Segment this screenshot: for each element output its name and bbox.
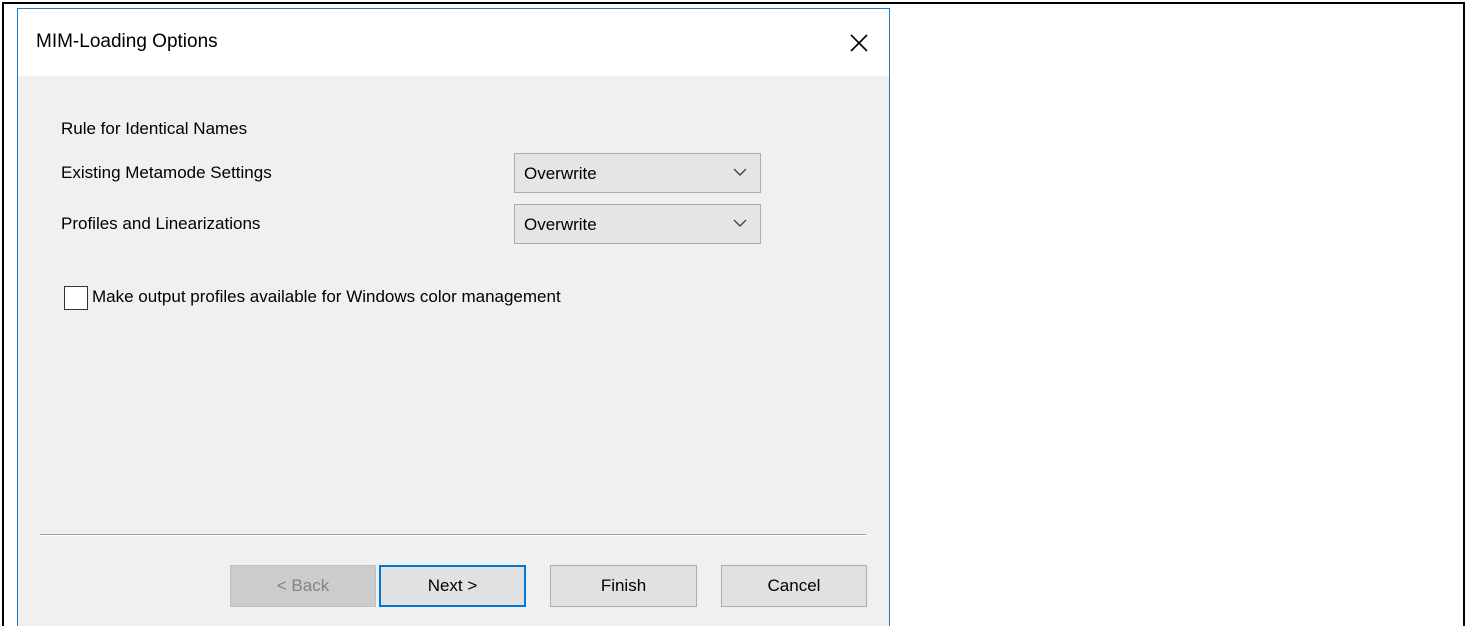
windows-color-management-label[interactable]: Make output profiles available for Windo… — [92, 287, 561, 307]
existing-metamode-settings-value: Overwrite — [524, 164, 597, 183]
profiles-and-linearizations-select[interactable]: Overwrite — [514, 204, 761, 244]
profiles-and-linearizations-label: Profiles and Linearizations — [61, 214, 261, 233]
close-button[interactable] — [829, 9, 889, 76]
windows-color-management-checkbox[interactable] — [64, 286, 88, 310]
profiles-and-linearizations-value: Overwrite — [524, 215, 597, 234]
existing-metamode-settings-select[interactable]: Overwrite — [514, 153, 761, 193]
back-button[interactable]: < Back — [230, 565, 376, 607]
button-separator — [40, 534, 866, 536]
dialog-title: MIM-Loading Options — [36, 31, 218, 52]
existing-metamode-settings-label: Existing Metamode Settings — [61, 163, 272, 182]
dialog-titlebar: MIM-Loading Options — [18, 9, 889, 76]
mim-loading-options-dialog: MIM-Loading Options Rule for Identical N… — [17, 8, 890, 626]
chevron-down-icon — [733, 219, 747, 227]
cancel-button[interactable]: Cancel — [721, 565, 867, 607]
next-button[interactable]: Next > — [379, 565, 526, 607]
close-icon — [850, 33, 868, 52]
finish-button[interactable]: Finish — [550, 565, 697, 607]
chevron-down-icon — [733, 168, 747, 176]
rule-section-heading: Rule for Identical Names — [61, 119, 248, 138]
